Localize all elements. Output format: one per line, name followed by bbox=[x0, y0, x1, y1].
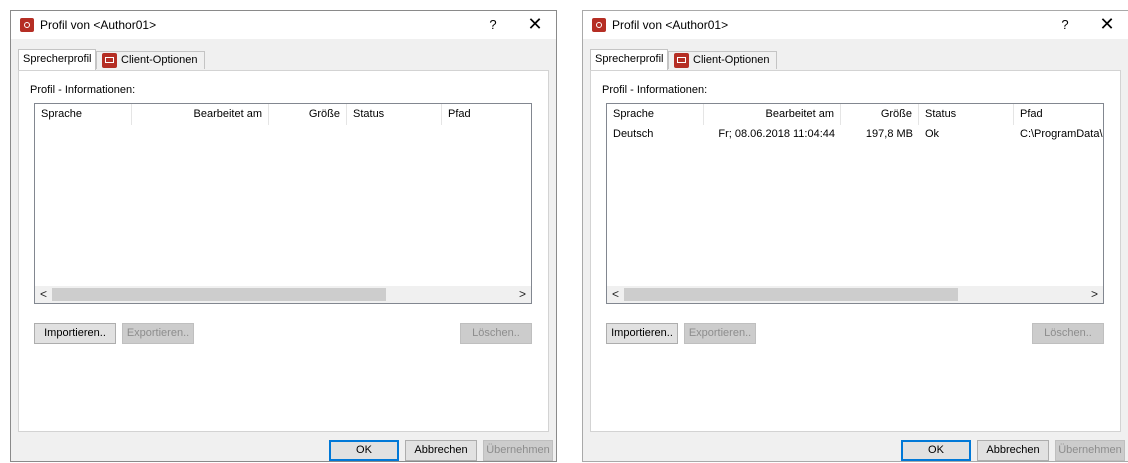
profile-info-label: Profil - Informationen: bbox=[30, 84, 136, 96]
list-row[interactable]: Deutsch Fr; 08.06.2018 11:04:44 197,8 MB… bbox=[607, 125, 1103, 143]
export-button[interactable]: Exportieren.. bbox=[684, 323, 756, 344]
close-icon[interactable]: ✕ bbox=[1098, 14, 1116, 34]
delete-button[interactable]: Löschen.. bbox=[460, 323, 532, 344]
client-options-icon bbox=[102, 53, 117, 68]
horizontal-scrollbar[interactable]: < > bbox=[607, 286, 1103, 303]
apply-button[interactable]: Übernehmen bbox=[483, 440, 553, 461]
tab-client-optionen[interactable]: Client-Optionen bbox=[96, 51, 205, 69]
list-header: Sprache Bearbeitet am Größe Status Pfad bbox=[607, 104, 1103, 125]
scroll-right-icon[interactable]: > bbox=[514, 286, 531, 303]
import-button[interactable]: Importieren.. bbox=[34, 323, 116, 344]
title-bar[interactable]: Profil von <Author01> ? ✕ bbox=[11, 11, 556, 39]
list-header: Sprache Bearbeitet am Größe Status Pfad bbox=[35, 104, 531, 125]
app-icon bbox=[20, 18, 34, 32]
cell-sprache: Deutsch bbox=[613, 128, 654, 140]
help-button[interactable]: ? bbox=[1058, 17, 1072, 32]
tab-panel: Profil - Informationen: Sprache Bearbeit… bbox=[18, 70, 549, 432]
column-header-status[interactable]: Status bbox=[347, 104, 442, 125]
scroll-left-icon[interactable]: < bbox=[35, 286, 52, 303]
column-header-groesse[interactable]: Größe bbox=[841, 104, 919, 125]
tab-client-optionen-label: Client-Optionen bbox=[693, 54, 770, 66]
help-button[interactable]: ? bbox=[486, 17, 500, 32]
profile-list[interactable]: Sprache Bearbeitet am Größe Status Pfad … bbox=[34, 103, 532, 304]
column-header-pfad[interactable]: Pfad bbox=[1014, 104, 1103, 125]
scroll-right-icon[interactable]: > bbox=[1086, 286, 1103, 303]
tab-sprecherprofil[interactable]: Sprecherprofil bbox=[590, 49, 668, 70]
cell-groesse: 197,8 MB bbox=[865, 128, 913, 140]
column-header-groesse[interactable]: Größe bbox=[269, 104, 347, 125]
cell-pfad: C:\ProgramData\Sc bbox=[1020, 128, 1103, 140]
horizontal-scrollbar[interactable]: < > bbox=[35, 286, 531, 303]
import-button[interactable]: Importieren.. bbox=[606, 323, 678, 344]
profile-dialog-empty: Profil von <Author01> ? ✕ Sprecherprofil… bbox=[10, 10, 557, 462]
client-options-icon bbox=[674, 53, 689, 68]
column-header-bearbeitet[interactable]: Bearbeitet am bbox=[132, 104, 269, 125]
cell-status: Ok bbox=[925, 128, 940, 140]
profile-info-label: Profil - Informationen: bbox=[602, 84, 708, 96]
close-icon[interactable]: ✕ bbox=[526, 14, 544, 34]
column-header-bearbeitet[interactable]: Bearbeitet am bbox=[704, 104, 841, 125]
tab-panel: Profil - Informationen: Sprache Bearbeit… bbox=[590, 70, 1121, 432]
export-button[interactable]: Exportieren.. bbox=[122, 323, 194, 344]
ok-button[interactable]: OK bbox=[329, 440, 399, 461]
cancel-button[interactable]: Abbrechen bbox=[977, 440, 1049, 461]
scroll-left-icon[interactable]: < bbox=[607, 286, 624, 303]
cell-bearbeitet: Fr; 08.06.2018 11:04:44 bbox=[718, 128, 835, 140]
apply-button[interactable]: Übernehmen bbox=[1055, 440, 1125, 461]
column-header-status[interactable]: Status bbox=[919, 104, 1014, 125]
ok-button[interactable]: OK bbox=[901, 440, 971, 461]
delete-button[interactable]: Löschen.. bbox=[1032, 323, 1104, 344]
profile-list[interactable]: Sprache Bearbeitet am Größe Status Pfad … bbox=[606, 103, 1104, 304]
window-title: Profil von <Author01> bbox=[40, 18, 157, 32]
scroll-thumb[interactable] bbox=[624, 288, 958, 301]
window-title: Profil von <Author01> bbox=[612, 18, 729, 32]
profile-dialog-filled: Profil von <Author01> ? ✕ Sprecherprofil… bbox=[582, 10, 1128, 462]
column-header-pfad[interactable]: Pfad bbox=[442, 104, 531, 125]
tab-client-optionen[interactable]: Client-Optionen bbox=[668, 51, 777, 69]
tab-client-optionen-label: Client-Optionen bbox=[121, 54, 198, 66]
column-header-sprache[interactable]: Sprache bbox=[35, 104, 132, 125]
column-header-sprache[interactable]: Sprache bbox=[607, 104, 704, 125]
scroll-thumb[interactable] bbox=[52, 288, 386, 301]
title-bar[interactable]: Profil von <Author01> ? ✕ bbox=[583, 11, 1128, 39]
tab-sprecherprofil[interactable]: Sprecherprofil bbox=[18, 49, 96, 70]
cancel-button[interactable]: Abbrechen bbox=[405, 440, 477, 461]
app-icon bbox=[592, 18, 606, 32]
